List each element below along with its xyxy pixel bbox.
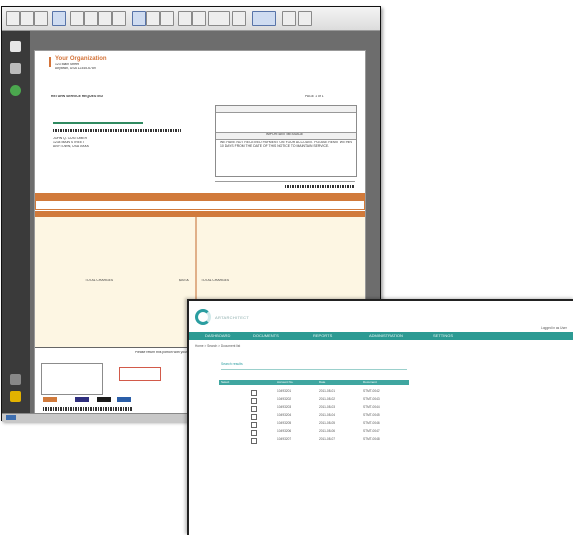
stub-barcode [43, 407, 133, 411]
row-checkbox[interactable] [251, 398, 257, 404]
table-cell: 2011-08-01 [319, 389, 336, 393]
row-checkbox[interactable] [251, 430, 257, 436]
postal-barcode [53, 129, 181, 132]
amount-enclosed-box [119, 367, 161, 381]
table-cell: STMT-0048 [363, 437, 380, 441]
table-cell: STMT-0045 [363, 413, 380, 417]
nav-reports[interactable]: REPORTS [313, 333, 332, 338]
select-tool-icon[interactable] [132, 11, 146, 26]
table-cell: 2011-08-04 [319, 413, 336, 417]
main-nav: DASHBOARD DOCUMENTS REPORTS ADMINISTRATI… [189, 332, 573, 340]
app-name: ARTARCHITECT [215, 315, 250, 320]
address-bar [53, 122, 143, 124]
table-cell: 2011-08-07 [319, 437, 336, 441]
table-cell: 2011-08-02 [319, 397, 336, 401]
attachments-panel-icon[interactable] [10, 63, 21, 74]
pdf-sidebar [2, 31, 30, 418]
print-icon[interactable] [6, 11, 20, 26]
table-cell: 10493207 [277, 437, 292, 441]
row-checkbox[interactable] [251, 438, 257, 444]
web-app-window: ARTARCHITECT Logged in as User DASHBOARD… [187, 299, 573, 535]
header-account[interactable]: Account No. [277, 380, 293, 384]
org-address-2: Anytown, USA 12345-6789 [55, 67, 96, 70]
header-document[interactable]: Document [363, 380, 377, 384]
summary-header-bar [35, 193, 365, 200]
save-icon[interactable] [20, 11, 34, 26]
nav-documents[interactable]: DOCUMENTS [253, 333, 279, 338]
total-charges-label-right: TOTAL CHARGES [201, 279, 230, 282]
zoom-level-field[interactable] [208, 11, 230, 26]
filter-label: Search results [221, 362, 243, 366]
row-checkbox[interactable] [251, 414, 257, 420]
payment-options-box [41, 363, 103, 395]
table-row[interactable]: 10493204 2011-08-04 STMT-0045 [221, 413, 401, 420]
customer-address-2: ANYTOWN, USA 00000 [53, 145, 90, 148]
org-logo-icon [49, 57, 51, 67]
table-row[interactable]: 10493206 2011-08-06 STMT-0047 [221, 429, 401, 436]
table-row[interactable]: 10493207 2011-08-07 STMT-0048 [221, 437, 401, 444]
table-cell: 2011-08-05 [319, 421, 336, 425]
next-page-icon[interactable] [98, 11, 112, 26]
annotate-pen-icon[interactable] [252, 11, 276, 26]
user-label: Logged in as User [541, 326, 567, 330]
table-cell: 2011-08-03 [319, 405, 336, 409]
nav-dashboard[interactable]: DASHBOARD [205, 333, 230, 338]
total-charges-label: TOTAL CHARGES [85, 279, 114, 282]
pdf-toolbar [2, 7, 380, 31]
signatures-panel-icon[interactable] [10, 85, 21, 96]
notice-title: RETURN SERVICE REQUESTED [51, 95, 103, 98]
table-cell: STMT-0046 [363, 421, 380, 425]
fit-page-icon[interactable] [282, 11, 296, 26]
app-logo-icon [195, 309, 211, 325]
rotate-icon[interactable] [232, 11, 246, 26]
table-cell: STMT-0047 [363, 429, 380, 433]
table-row[interactable]: 10493202 2011-08-02 STMT-0043 [221, 397, 401, 404]
table-cell: 10493201 [277, 389, 292, 393]
table-cell: STMT-0042 [363, 389, 380, 393]
table-cell: 10493204 [277, 413, 292, 417]
table-row[interactable]: 10493205 2011-08-05 STMT-0046 [221, 421, 401, 428]
search-icon[interactable] [52, 11, 66, 26]
table-header: Select Account No. Date Document [219, 380, 409, 385]
table-cell: 10493203 [277, 405, 292, 409]
table-cell: 10493206 [277, 429, 292, 433]
table-cell: STMT-0044 [363, 405, 380, 409]
zoom-out-icon[interactable] [178, 11, 192, 26]
table-row[interactable]: 10493201 2011-08-01 STMT-0042 [221, 389, 401, 396]
zoom-tool-icon[interactable] [160, 11, 174, 26]
fit-width-icon[interactable] [298, 11, 312, 26]
row-checkbox[interactable] [251, 390, 257, 396]
total-charges-value: $00.00 [179, 279, 190, 282]
settings-icon[interactable] [10, 374, 21, 385]
header-select[interactable]: Select [221, 380, 229, 384]
page-label: PAGE 1 of 1 [305, 95, 324, 98]
scan-barcode [285, 185, 355, 188]
comments-icon[interactable] [10, 391, 21, 402]
table-cell: STMT-0043 [363, 397, 380, 401]
message-title: IMPORTANT MESSAGE [266, 133, 304, 136]
summary-row [35, 200, 365, 210]
hand-tool-icon[interactable] [146, 11, 160, 26]
row-checkbox[interactable] [251, 406, 257, 412]
zoom-in-icon[interactable] [192, 11, 206, 26]
table-cell: 2011-08-06 [319, 429, 336, 433]
breadcrumb: Home > Search > Document list [195, 344, 241, 348]
table-cell: 10493205 [277, 421, 292, 425]
email-icon[interactable] [34, 11, 48, 26]
org-name: Your Organization [55, 56, 107, 62]
prev-page-icon[interactable] [84, 11, 98, 26]
pages-panel-icon[interactable] [10, 41, 21, 52]
detail-left-panel [35, 217, 195, 347]
row-checkbox[interactable] [251, 422, 257, 428]
nav-settings[interactable]: SETTINGS [433, 333, 453, 338]
table-row[interactable]: 10493203 2011-08-03 STMT-0044 [221, 405, 401, 412]
header-date[interactable]: Date [319, 380, 325, 384]
message-text: WE HAVE NOT RECEIVED PAYMENT ON YOUR ACC… [220, 141, 352, 148]
message-box: IMPORTANT MESSAGE WE HAVE NOT RECEIVED P… [215, 105, 357, 177]
table-cell: 10493202 [277, 397, 292, 401]
last-page-icon[interactable] [112, 11, 126, 26]
first-page-icon[interactable] [70, 11, 84, 26]
nav-administration[interactable]: ADMINISTRATION [369, 333, 403, 338]
